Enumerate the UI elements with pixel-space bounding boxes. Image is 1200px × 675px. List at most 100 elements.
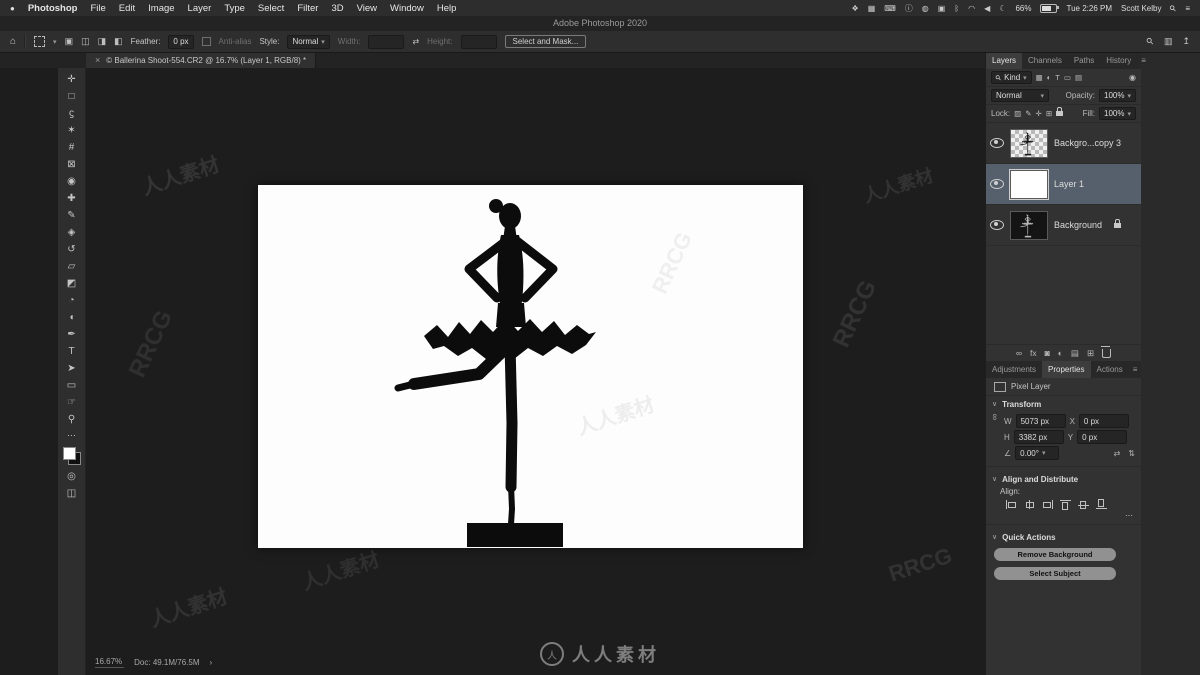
spotlight-icon[interactable]: ⚲ [1168,3,1179,14]
tab-actions[interactable]: Actions [1091,361,1129,378]
delete-layer-icon[interactable] [1101,345,1112,358]
align-top-icon[interactable] [1058,498,1073,511]
frame-tool[interactable]: ⊠ [58,156,85,173]
height-input[interactable] [460,34,497,49]
chevron-down-icon[interactable]: ▾ [53,38,57,46]
more-options-icon[interactable]: ⋯ [1125,511,1133,520]
history-brush-tool[interactable]: ↺ [58,241,85,258]
opacity-input[interactable]: 100% ▾ [1099,89,1136,102]
menu-item[interactable]: Filter [297,3,318,14]
tab-layers[interactable]: Layers [986,52,1023,69]
menu-item[interactable]: Help [437,3,457,14]
layer-name[interactable]: Backgro...copy 3 [1054,138,1121,148]
intersect-selection-icon[interactable]: ◧ [114,36,123,47]
lock-transparency-icon[interactable]: ▨ [1014,109,1021,118]
menu-item[interactable]: Edit [119,3,135,14]
gradient-tool[interactable]: ◩ [58,275,85,292]
marquee-tool-icon[interactable] [34,36,46,47]
status-chevron-icon[interactable]: › [210,658,213,667]
menu-item[interactable]: View [357,3,377,14]
menu-item[interactable]: Type [224,3,245,14]
display-icon[interactable]: ▣ [938,4,946,13]
align-bottom-icon[interactable] [1094,498,1109,511]
move-tool[interactable]: ✛ [58,71,85,88]
menu-item[interactable]: Select [258,3,284,14]
remove-background-button[interactable]: Remove Background [994,548,1116,561]
brush-tool[interactable]: ✎ [58,207,85,224]
visibility-eye-icon[interactable] [990,138,1004,148]
pen-tool[interactable]: ✒ [58,326,85,343]
y-value-input[interactable]: 0 px [1077,430,1128,444]
width-value-input[interactable]: 5073 px [1015,414,1066,428]
link-dimensions-icon[interactable]: ∞ [990,414,1000,420]
layer-thumbnail[interactable] [1010,210,1048,240]
document-tab[interactable]: × © Ballerina Shoot-554.CR2 @ 16.7% (Lay… [86,52,317,68]
menu-item[interactable]: File [90,3,105,14]
lock-all-icon[interactable] [1056,107,1064,116]
layer-mask-icon[interactable]: ◙ [1045,348,1050,358]
visibility-eye-icon[interactable] [990,220,1004,230]
tab-properties[interactable]: Properties [1042,361,1091,378]
tab-adjustments[interactable]: Adjustments [986,361,1042,378]
adjustment-layer-icon[interactable]: ◐ [1058,348,1063,358]
layer-row-layer1[interactable]: Layer 1 [986,164,1141,205]
zoom-tool[interactable]: ⚲ [58,411,85,428]
new-layer-icon[interactable]: ⊞ [1087,348,1094,359]
clone-stamp-tool[interactable]: ◈ [58,224,85,241]
rectangular-marquee-tool[interactable]: □ [58,88,85,105]
filter-type-icon[interactable]: T [1055,73,1060,82]
quick-selection-tool[interactable]: ✶ [58,122,85,139]
menu-clock[interactable]: Tue 2:26 PM [1066,4,1112,13]
layer-group-icon[interactable]: ▤ [1071,348,1079,359]
angle-input[interactable]: 0.00° ▾ [1015,446,1060,460]
panel-menu-icon[interactable]: ≡ [1137,52,1150,69]
search-icon[interactable]: ⚲ [1144,35,1156,47]
align-center-vertical-icon[interactable] [1076,498,1091,511]
style-select[interactable]: Normal ▾ [287,34,330,49]
wifi-icon[interactable]: ◠ [968,4,975,13]
info-icon[interactable]: ⓘ [905,3,913,14]
flip-vertical-icon[interactable]: ⇅ [1128,449,1135,458]
layer-name[interactable]: Background [1054,220,1102,230]
x-value-input[interactable]: 0 px [1078,414,1129,428]
quick-actions-header[interactable]: ∨ Quick Actions [986,529,1141,545]
link-layers-icon[interactable]: ∞ [1016,348,1022,358]
subtract-selection-icon[interactable]: ◨ [98,36,107,47]
share-icon[interactable]: ↥ [1182,36,1190,47]
select-and-mask-button[interactable]: Select and Mask... [504,35,587,48]
path-selection-tool[interactable]: ➤ [58,360,85,377]
layer-row-background[interactable]: Background [986,205,1141,246]
layer-effects-icon[interactable]: fx [1030,348,1037,358]
close-icon[interactable]: × [95,55,100,65]
zoom-level-input[interactable]: 16.67% [95,657,125,668]
feather-input[interactable]: 0 px [168,34,194,49]
crop-tool[interactable]: # [58,139,85,156]
apple-menu-icon[interactable]: ● [10,4,15,13]
volume-icon[interactable]: ◀ [984,4,990,13]
screen-mode-button[interactable]: ◫ [58,485,85,502]
lasso-tool[interactable]: ϛ [58,105,85,122]
menu-item[interactable]: Image [148,3,174,14]
layer-thumbnail[interactable] [1010,169,1048,199]
menu-photoshop[interactable]: Photoshop [28,3,78,14]
bluetooth-icon[interactable]: ᛒ [954,4,959,13]
layer-row-background-copy[interactable]: Backgro...copy 3 [986,123,1141,164]
spot-healing-brush-tool[interactable]: ✚ [58,190,85,207]
add-selection-icon[interactable]: ◫ [81,36,90,47]
foreground-color-swatch[interactable] [62,447,76,460]
filter-toggle-icon[interactable]: ◉ [1129,73,1136,82]
grid-icon[interactable]: ▦ [868,4,876,13]
layer-name[interactable]: Layer 1 [1054,179,1084,189]
menu-item[interactable]: 3D [331,3,343,14]
droplet-icon[interactable]: ◍ [922,4,929,13]
tab-history[interactable]: History [1100,52,1137,69]
lock-paint-icon[interactable]: ✎ [1025,109,1031,118]
eyedropper-tool[interactable]: ◉ [58,173,85,190]
visibility-eye-icon[interactable] [990,179,1004,189]
width-input[interactable] [368,34,405,49]
blend-mode-select[interactable]: Normal ▾ [991,89,1049,102]
tab-paths[interactable]: Paths [1068,52,1100,69]
control-center-icon[interactable]: ≡ [1185,4,1190,13]
select-subject-button[interactable]: Select Subject [994,567,1116,580]
swap-dimensions-icon[interactable]: ⇄ [412,37,419,46]
